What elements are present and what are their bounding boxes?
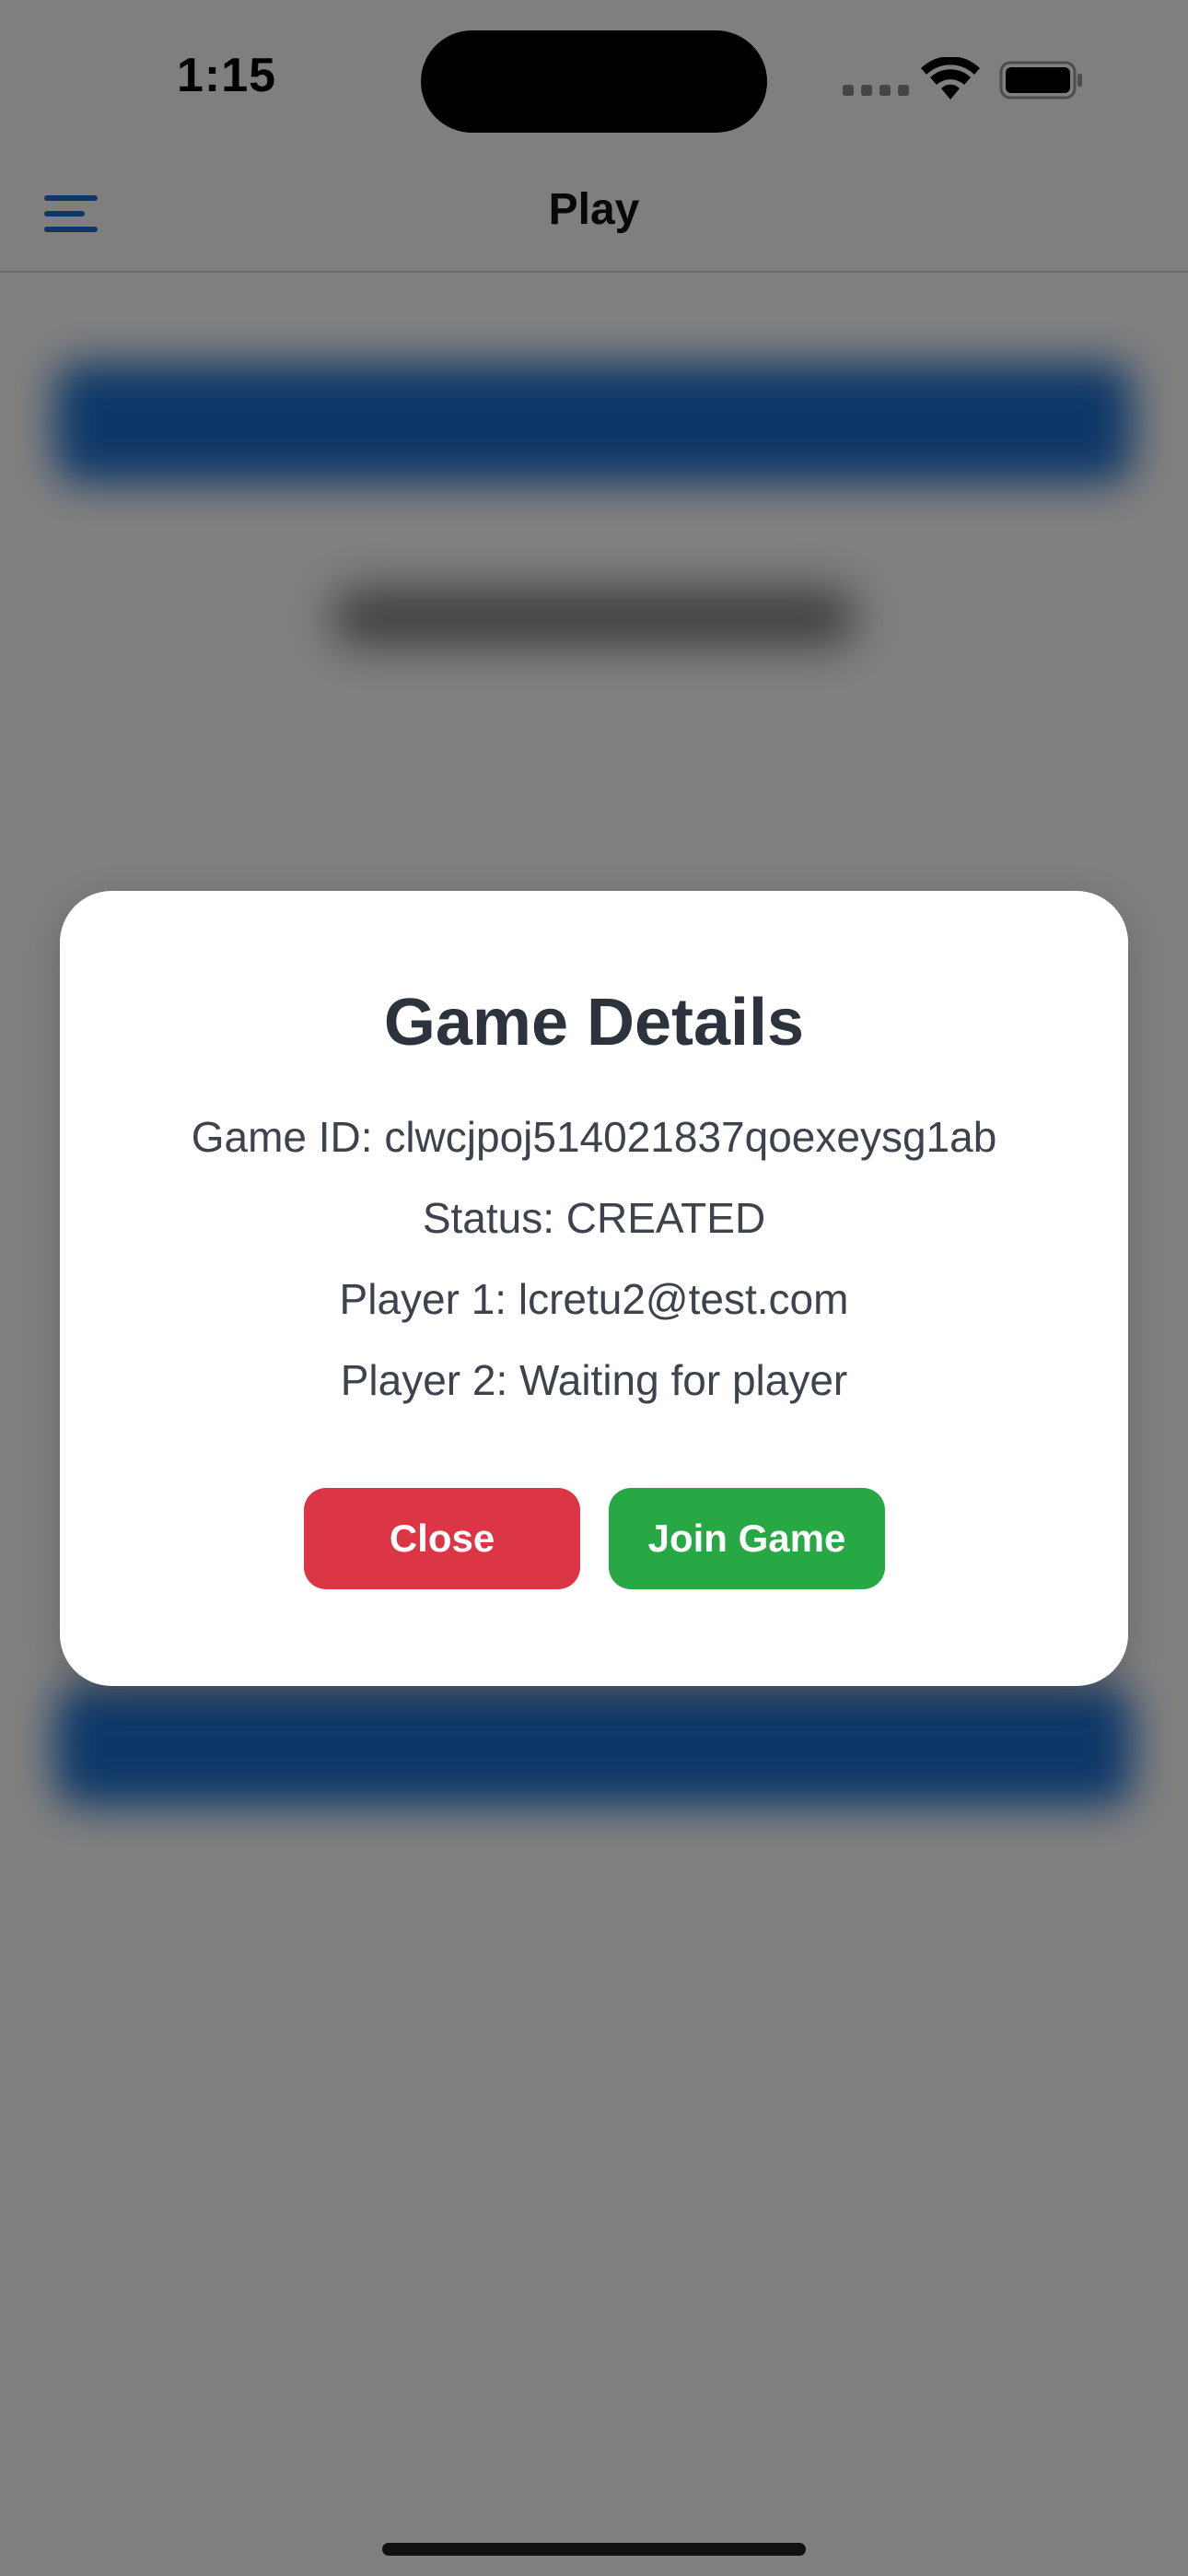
player-one-text: Player 1: lcretu2@test.com: [339, 1275, 849, 1323]
player-two-text: Player 2: Waiting for player: [340, 1356, 848, 1404]
close-button[interactable]: Close: [304, 1488, 580, 1589]
game-status-text: Status: CREATED: [422, 1194, 766, 1242]
game-id-text: Game ID: clwcjpoj514021837qoexeysg1ab: [191, 1113, 997, 1161]
dynamic-island: [421, 30, 767, 133]
modal-title: Game Details: [383, 986, 805, 1060]
join-game-button[interactable]: Join Game: [609, 1488, 885, 1589]
game-details-modal: Game Details Game ID: clwcjpoj514021837q…: [60, 891, 1128, 1686]
home-indicator[interactable]: [382, 2543, 806, 2556]
